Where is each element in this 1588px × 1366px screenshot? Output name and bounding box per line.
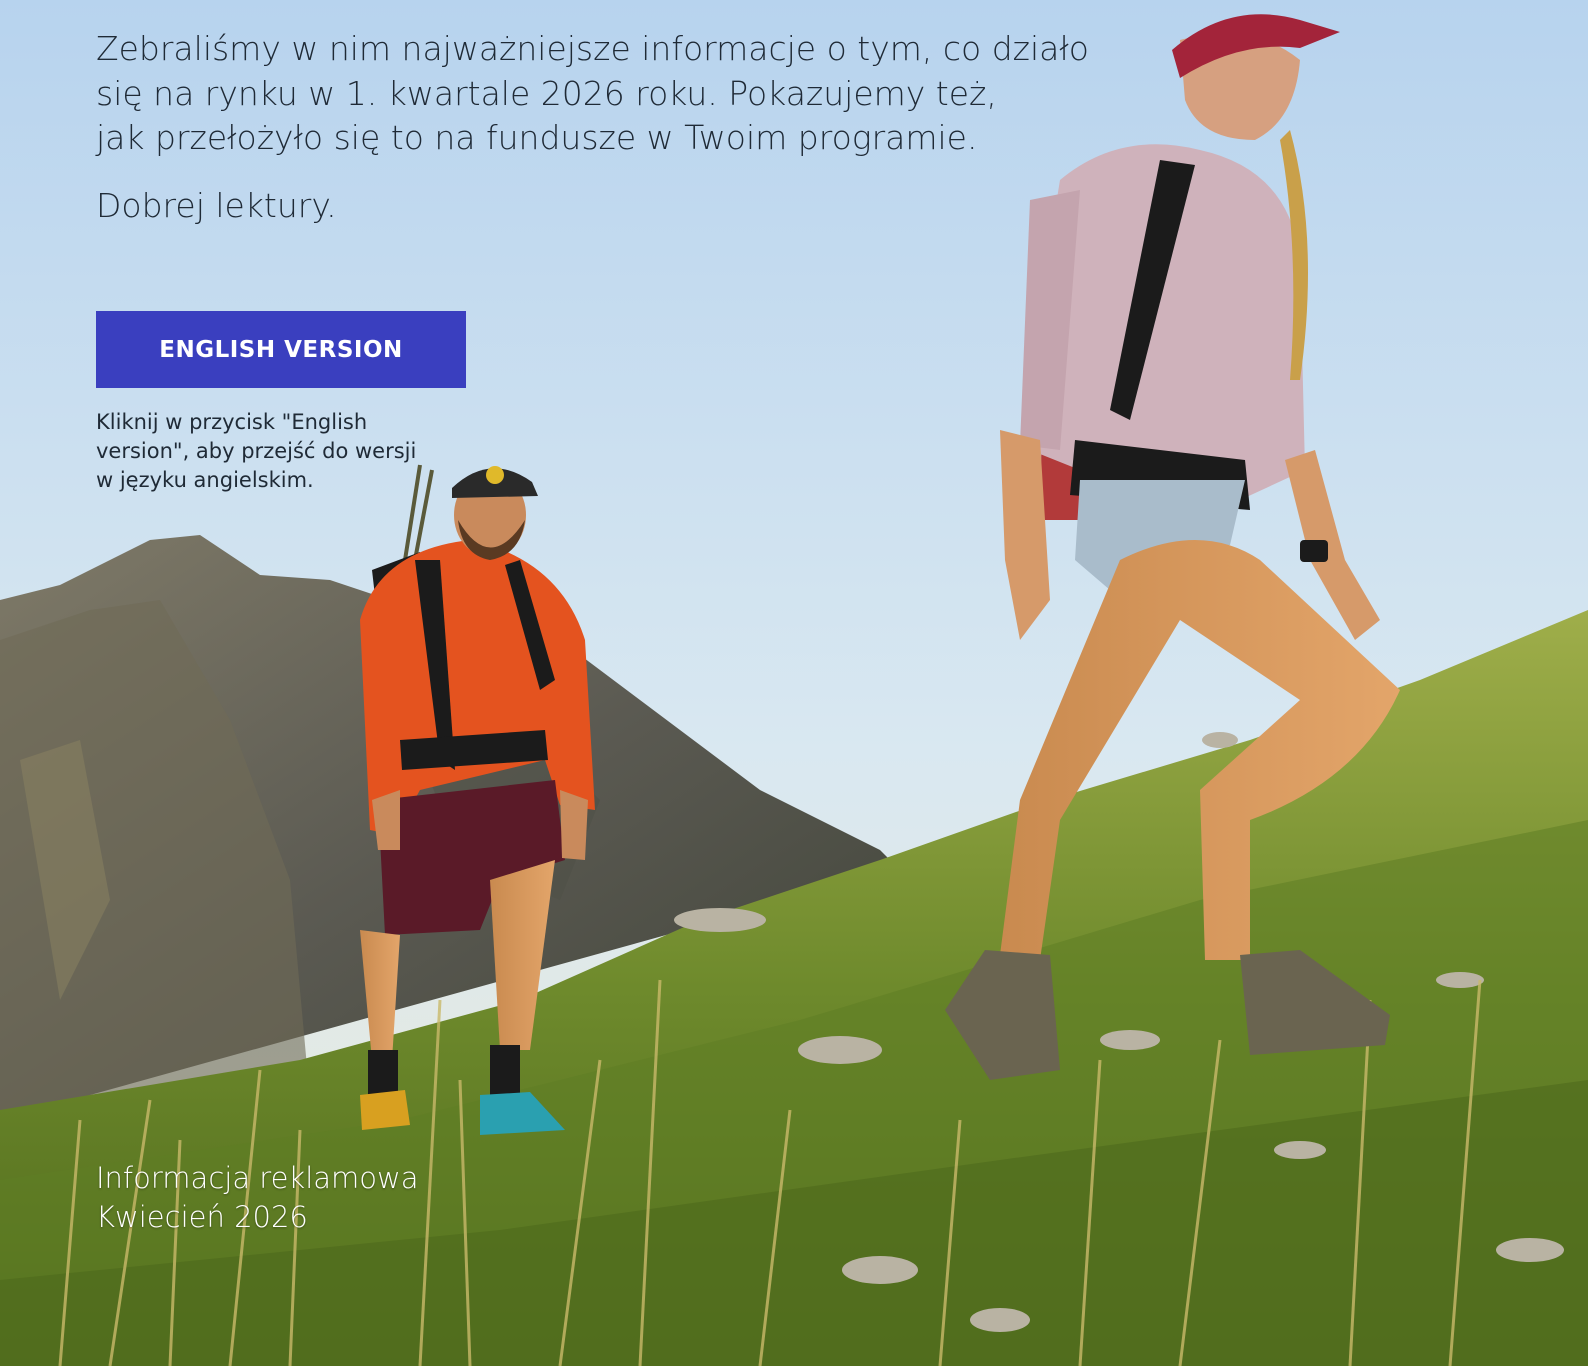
intro-text-line-3: jak przełożyło się to na fundusze w Twoi… — [96, 118, 978, 157]
intro-text-line-1: Zebraliśmy w nim najważniejsze informacj… — [96, 29, 1089, 68]
english-version-hint: Kliknij w przycisk "English version", ab… — [96, 410, 417, 492]
greeting-text: Dobrej lektury. — [96, 186, 337, 225]
english-version-button[interactable]: ENGLISH VERSION — [96, 311, 466, 388]
publication-date: Kwiecień 2026 — [96, 1200, 308, 1234]
content-overlay: ​ Zebraliśmy w nim najważniejsze informa… — [0, 0, 1588, 1366]
intro-text-line-2: się na rynku w 1. kwartale 2026 roku. Po… — [96, 74, 997, 113]
advertising-label: Informacja reklamowa — [96, 1161, 419, 1195]
cut-off-heading: ​ — [96, 0, 576, 2]
